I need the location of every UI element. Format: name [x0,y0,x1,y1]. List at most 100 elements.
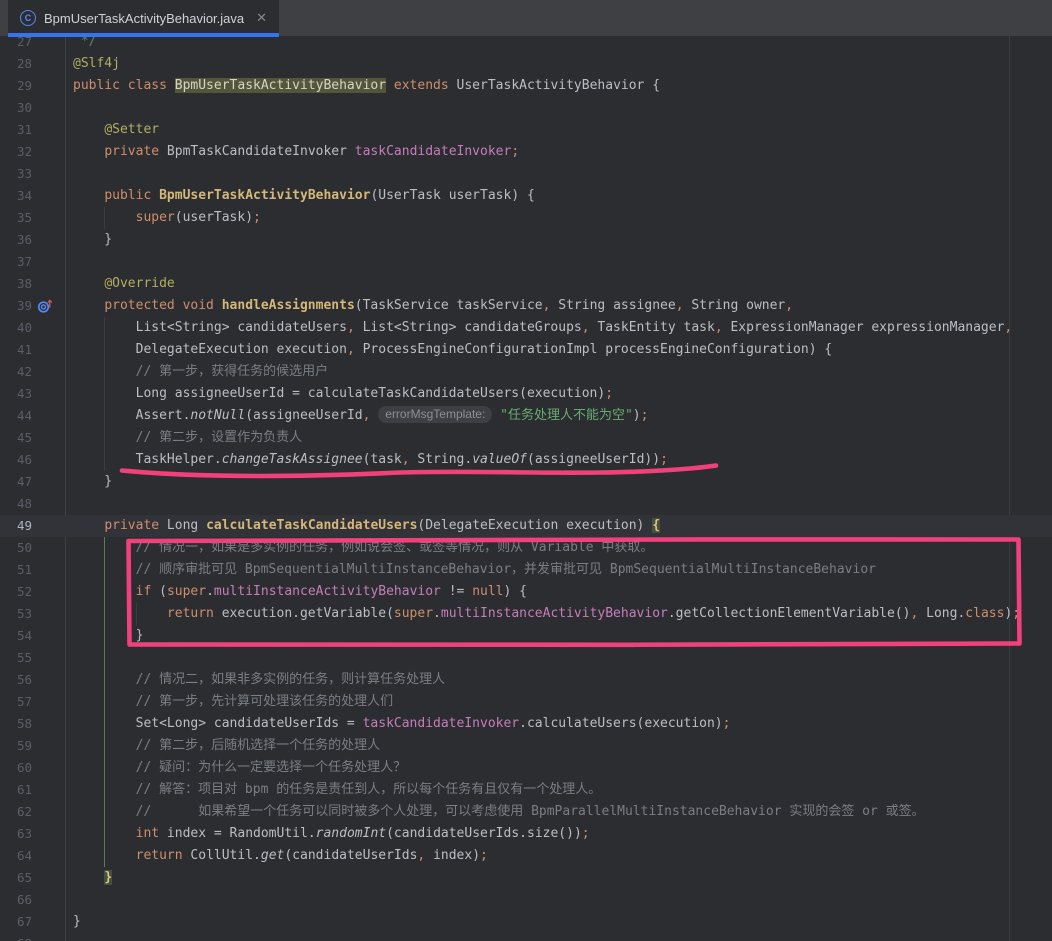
code-token: index) [425,848,480,863]
line-number: 41 [0,339,32,361]
tab-title: BpmUserTaskActivityBehavior.java [44,11,244,26]
code-token: List<String> candidateGroups [355,320,582,335]
code-line[interactable]: return CollUtil.get(candidateUserIds, in… [0,845,1052,867]
code-line[interactable]: super(userTask);35 [0,207,1052,229]
code-line[interactable]: // 第二步，设置作为负责人45 [0,427,1052,449]
code-line[interactable]: 68 [0,933,1052,941]
code-line[interactable]: 33 [0,163,1052,185]
code-line[interactable]: @Setter31 [0,119,1052,141]
code-line[interactable]: }65 [0,867,1052,889]
code-token: // 第一步，先计算可处理该任务的处理人们 [136,694,393,709]
code-line[interactable]: TaskHelper.changeTaskAssignee(task, Stri… [0,449,1052,471]
code-line[interactable]: // 第一步，先计算可处理该任务的处理人们57 [0,691,1052,713]
code-text [0,251,1052,273]
code-token: return [136,848,183,863]
code-text: Long assigneeUserId = calculateTaskCandi… [0,383,1052,405]
code-token: (DelegateExecution execution) [417,518,652,533]
line-number: 36 [0,229,32,251]
code-text: TaskHelper.changeTaskAssignee(task, Stri… [0,449,1052,471]
indent-guide [104,207,105,229]
code-line[interactable]: int index = RandomUtil.randomInt(candida… [0,823,1052,845]
code-text: // 第二步，后随机选择一个任务的处理人 [0,735,1052,757]
code-token [73,276,104,291]
code-line[interactable]: // 如果希望一个任务可以同时被多个人处理，可以考虑使用 BpmParallel… [0,801,1052,823]
code-token: randomInt [316,826,386,841]
code-line[interactable]: }47 [0,471,1052,493]
line-number: 48 [0,493,32,515]
code-token: String assignee [550,298,675,313]
code-token: notNull [190,408,245,423]
code-token: ; [641,408,649,423]
code-token [492,408,500,423]
code-text: if (super.multiInstanceActivityBehavior … [0,581,1052,603]
code-line[interactable]: 37 [0,251,1052,273]
line-number: 37 [0,251,32,273]
code-line[interactable]: // 情况一，如果是多实例的任务，例如说会签、或签等情况，则从 Variable… [0,537,1052,559]
code-line[interactable]: // 第一步，获得任务的候选用户42 [0,361,1052,383]
code-text: Set<Long> candidateUserIds = taskCandida… [0,713,1052,735]
code-token: , [347,320,355,335]
line-number: 42 [0,361,32,383]
code-token: } [104,870,112,885]
code-token: ; [582,826,590,841]
line-number: 33 [0,163,32,185]
code-line[interactable]: 66 [0,889,1052,911]
code-line[interactable]: Long assigneeUserId = calculateTaskCandi… [0,383,1052,405]
code-token: // 第二步，设置作为负责人 [136,430,302,445]
line-number: 64 [0,845,32,867]
code-line[interactable]: 55 [0,647,1052,669]
code-token: UserTaskActivityBehavior { [449,78,660,93]
tab-close-icon[interactable]: ✕ [256,10,267,26]
code-token: ProcessEngineConfigurationImpl processEn… [355,342,832,357]
code-line[interactable]: protected void handleAssignments(TaskSer… [0,295,1052,317]
code-token: , [402,452,410,467]
code-line[interactable]: private BpmTaskCandidateInvoker taskCand… [0,141,1052,163]
code-line[interactable]: 30 [0,97,1052,119]
code-token: if [136,584,152,599]
code-token: // 情况一，如果是多实例的任务，例如说会签、或签等情况，则从 Variable… [136,540,654,555]
code-line[interactable]: public class BpmUserTaskActivityBehavior… [0,75,1052,97]
code-line[interactable]: DelegateExecution execution, ProcessEngi… [0,339,1052,361]
code-line[interactable]: @Slf4j28 [0,53,1052,75]
code-token: return [167,606,214,621]
code-line[interactable]: 48 [0,493,1052,515]
code-text: return CollUtil.get(candidateUserIds, in… [0,845,1052,867]
code-text: Assert.notNull(assigneeUserId, errorMsgT… [0,405,1052,427]
code-line[interactable]: // 疑问：为什么一定要选择一个任务处理人？60 [0,757,1052,779]
code-token: . [206,584,214,599]
code-line[interactable]: }54 [0,625,1052,647]
code-token: String owner [684,298,786,313]
code-line[interactable]: // 情况二，如果非多实例的任务，则计算任务处理人56 [0,669,1052,691]
code-token: } [73,628,143,643]
line-number: 46 [0,449,32,471]
code-line[interactable]: // 第二步，后随机选择一个任务的处理人59 [0,735,1052,757]
code-line[interactable]: Set<Long> candidateUserIds = taskCandida… [0,713,1052,735]
code-token: .calculateUsers(execution) [519,716,723,731]
scope-indent-guide [104,537,105,559]
code-token: ) [633,408,641,423]
code-line[interactable]: Assert.notNull(assigneeUserId, errorMsgT… [0,405,1052,427]
code-line[interactable]: return execution.getVariable(super.multi… [0,603,1052,625]
scope-indent-guide [104,669,105,691]
override-method-icon[interactable] [37,298,54,314]
code-text: public class BpmUserTaskActivityBehavior… [0,75,1052,97]
scope-indent-guide [104,801,105,823]
code-text: } [0,471,1052,493]
code-token: TaskEntity task [590,320,715,335]
code-token: (candidateUserIds [284,848,417,863]
tab-file[interactable]: C BpmUserTaskActivityBehavior.java ✕ [8,0,279,36]
code-line[interactable]: List<String> candidateUsers, List<String… [0,317,1052,339]
code-token: index = RandomUtil. [159,826,316,841]
code-line[interactable]: private Long calculateTaskCandidateUsers… [0,515,1052,537]
code-line[interactable]: // 顺序审批可见 BpmSequentialMultiInstanceBeha… [0,559,1052,581]
code-text [0,97,1052,119]
code-line[interactable]: @Override38 [0,273,1052,295]
code-line[interactable]: }67 [0,911,1052,933]
code-line[interactable]: public BpmUserTaskActivityBehavior(UserT… [0,185,1052,207]
code-editor[interactable]: */27@Slf4j28public class BpmUserTaskActi… [0,0,1052,941]
code-line[interactable]: if (super.multiInstanceActivityBehavior … [0,581,1052,603]
line-number: 43 [0,383,32,405]
code-token: public [104,188,151,203]
code-line[interactable]: }36 [0,229,1052,251]
code-line[interactable]: // 解答：项目对 bpm 的任务是责任到人，所以每个任务有且仅有一个处理人。6… [0,779,1052,801]
